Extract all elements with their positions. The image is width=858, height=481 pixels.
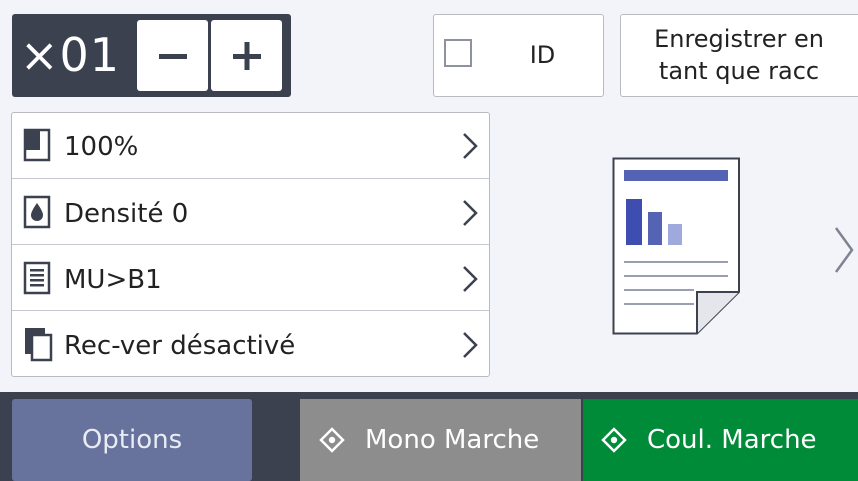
save-shortcut-label-line1: Enregistrer en [654, 25, 824, 53]
id-copy-label: ID [529, 41, 556, 69]
page-size-icon [23, 128, 51, 162]
color-start-button[interactable]: Coul. Marche [583, 399, 858, 481]
setting-label-duplex: Rec-ver désactivé [64, 331, 296, 361]
chevron-right-icon [463, 332, 478, 358]
minus-icon [158, 53, 187, 59]
stack-layout-icon [23, 261, 51, 295]
options-button[interactable]: Options [12, 399, 252, 481]
setting-label-density: Densité 0 [64, 199, 189, 229]
copy-count-value: ×01 [20, 28, 121, 82]
decrease-count-button[interactable] [137, 20, 208, 91]
increase-count-button[interactable] [211, 20, 282, 91]
chevron-right-icon [463, 200, 478, 226]
chevron-right-icon [463, 266, 478, 292]
chevron-right-icon [463, 133, 478, 159]
start-diamond-icon [319, 427, 345, 453]
mono-start-label: Mono Marche [365, 425, 540, 455]
setting-label-enlarge-reduce: 100% [64, 132, 139, 162]
mono-start-button[interactable]: Mono Marche [300, 399, 581, 481]
document-preview-icon [612, 157, 740, 335]
start-diamond-icon [601, 427, 627, 453]
setting-label-stack-sort: MU>B1 [64, 265, 162, 295]
plus-icon [232, 41, 261, 70]
id-copy-checkbox[interactable] [444, 39, 472, 67]
next-page-chevron-icon[interactable] [833, 225, 855, 275]
color-start-label: Coul. Marche [647, 425, 817, 455]
save-shortcut-label-line2: tant que racc [658, 57, 820, 85]
duplex-pages-icon [25, 328, 53, 362]
density-drop-icon [23, 195, 51, 229]
